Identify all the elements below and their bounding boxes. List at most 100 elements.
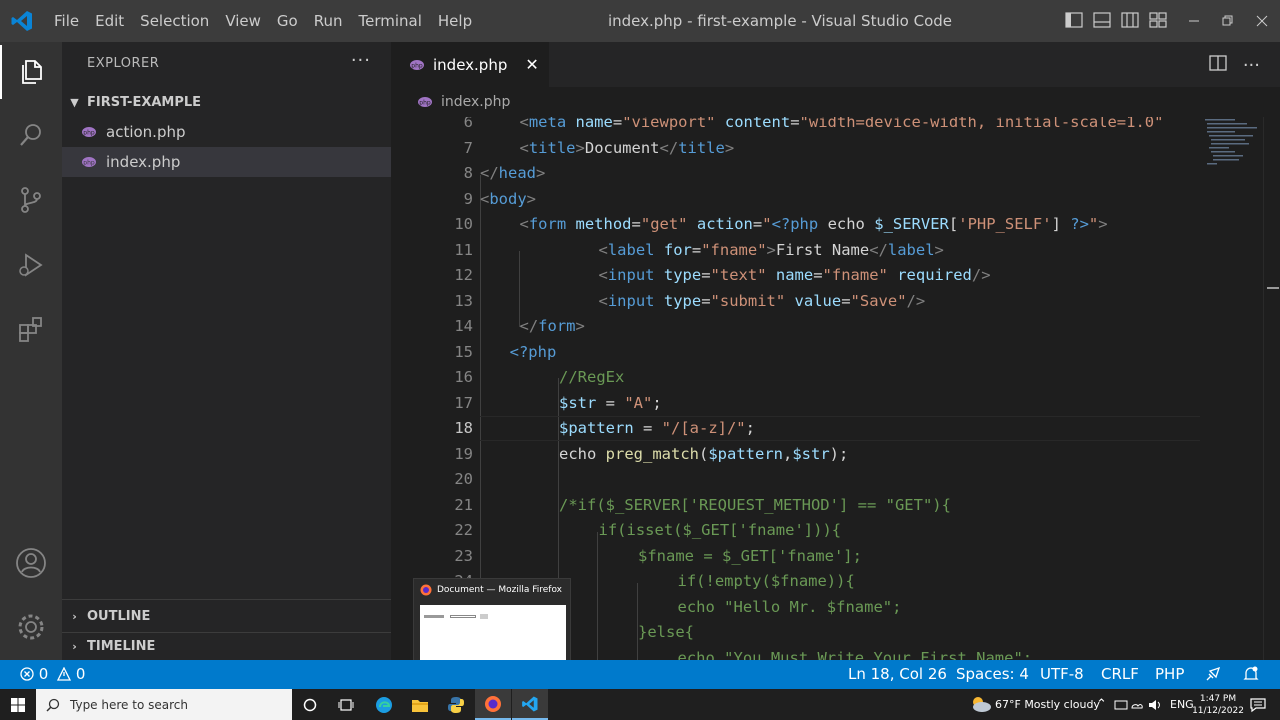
file-item-index[interactable]: php index.php: [62, 147, 391, 177]
code-token: >: [724, 138, 735, 157]
code-line[interactable]: 11 <label for="fname">First Name</label>: [391, 238, 1201, 263]
accounts-icon[interactable]: [0, 536, 62, 590]
run-and-debug-icon[interactable]: [0, 238, 62, 292]
close-window-button[interactable]: [1245, 0, 1279, 42]
svg-text:php: php: [83, 129, 95, 136]
windows-start-icon[interactable]: [0, 689, 36, 720]
explorer-more-actions-icon[interactable]: ···: [351, 50, 371, 71]
code-text: <form method="get" action="<?php echo $_…: [520, 212, 1108, 237]
python-icon[interactable]: [438, 689, 474, 720]
code-line[interactable]: 10 <form method="get" action="<?php echo …: [391, 212, 1201, 237]
code-token: if(isset($_GET['fname'])){: [598, 521, 842, 539]
line-number: 13: [454, 291, 473, 310]
code-line[interactable]: 20: [391, 467, 1201, 492]
minimap[interactable]: [1201, 117, 1263, 660]
menu-view[interactable]: View: [225, 12, 261, 30]
code-line[interactable]: 7 <title>Document</title>: [391, 136, 1201, 161]
line-number: 11: [454, 240, 473, 259]
code-token: </: [519, 317, 539, 335]
file-item-action[interactable]: php action.php: [62, 117, 391, 147]
customize-layout-icon[interactable]: [1148, 10, 1168, 30]
close-icon[interactable]: ✕: [525, 55, 538, 74]
code-line[interactable]: 8 </head>: [391, 161, 1201, 186]
code-token: content: [724, 117, 791, 131]
code-line[interactable]: 13 <input type="submit" value="Save"/>: [391, 289, 1201, 314]
feedback-icon[interactable]: [1204, 660, 1222, 689]
taskbar-search-box[interactable]: Type here to search: [36, 689, 292, 720]
notifications-bell-icon[interactable]: [1243, 660, 1259, 689]
cursor-position[interactable]: Ln 18, Col 26: [848, 660, 947, 689]
code-line[interactable]: 15 <?php: [391, 340, 1201, 365]
toggle-primary-sidebar-icon[interactable]: [1064, 10, 1084, 30]
firefox-icon[interactable]: [475, 689, 511, 720]
menu-file[interactable]: File: [54, 12, 79, 30]
toggle-panel-icon[interactable]: [1092, 10, 1112, 30]
code-token: label: [607, 240, 655, 259]
language-mode[interactable]: PHP: [1155, 660, 1184, 689]
cortana-icon[interactable]: [292, 689, 328, 720]
code-line[interactable]: 12 <input type="text" name="fname" requir…: [391, 263, 1201, 288]
menu-terminal[interactable]: Terminal: [359, 12, 422, 30]
php-file-icon: php: [82, 157, 96, 167]
code-line[interactable]: 17 $str = "A";: [391, 391, 1201, 416]
code-token: <: [598, 291, 608, 310]
menu-go[interactable]: Go: [277, 12, 298, 30]
folder-name: FIRST-EXAMPLE: [87, 94, 202, 110]
menu-selection[interactable]: Selection: [140, 12, 209, 30]
task-view-icon[interactable]: [328, 689, 364, 720]
indentation-status[interactable]: Spaces: 4: [956, 660, 1029, 689]
code-text: <body>: [480, 187, 536, 212]
line-number: 21: [454, 495, 473, 514]
code-line[interactable]: 21 /*if($_SERVER['REQUEST_METHOD'] == "GE…: [391, 493, 1201, 518]
folder-header[interactable]: ▼ FIRST-EXAMPLE: [62, 88, 391, 116]
volume-icon[interactable]: [1148, 699, 1162, 711]
code-line[interactable]: 6 <meta name="viewport" content="width=de…: [391, 117, 1201, 135]
code-token: "Save": [850, 291, 907, 310]
code-token: />: [906, 291, 926, 310]
split-editor-icon[interactable]: [1209, 54, 1227, 76]
menu-edit[interactable]: Edit: [95, 12, 124, 30]
explorer-icon[interactable]: [0, 45, 62, 99]
menu-help[interactable]: Help: [438, 12, 472, 30]
code-line[interactable]: 9 <body>: [391, 187, 1201, 212]
more-actions-icon[interactable]: ···: [1243, 55, 1260, 76]
problems-indicator[interactable]: 0 0: [20, 660, 85, 689]
explorer-title: EXPLORER: [87, 56, 160, 71]
file-name: action.php: [106, 123, 186, 141]
code-line[interactable]: 18 $pattern = "/[a-z]/";: [391, 416, 1201, 441]
code-token: <: [480, 189, 490, 208]
onedrive-icon[interactable]: [1131, 699, 1143, 711]
outline-section-header[interactable]: › OUTLINE: [62, 602, 391, 630]
extensions-icon[interactable]: [0, 303, 62, 357]
input-language[interactable]: ENG: [1170, 689, 1194, 720]
timeline-section-header[interactable]: › TIMELINE: [62, 632, 391, 660]
restore-button[interactable]: [1211, 0, 1245, 42]
manage-gear-icon[interactable]: [0, 600, 62, 654]
eol-status[interactable]: CRLF: [1101, 660, 1139, 689]
code-line[interactable]: 23 $fname = $_GET['fname'];: [391, 544, 1201, 569]
tray-chevron-icon[interactable]: ⌃: [1096, 689, 1107, 720]
weather-text[interactable]: 67°F Mostly cloudy: [995, 689, 1100, 720]
file-explorer-icon[interactable]: [402, 689, 438, 720]
code-line[interactable]: 14 </form>: [391, 314, 1201, 339]
clock[interactable]: 1:47 PM 11/12/2022: [1192, 689, 1244, 720]
edge-icon[interactable]: [366, 689, 402, 720]
search-icon[interactable]: [0, 108, 62, 162]
breadcrumb-file[interactable]: index.php: [441, 94, 510, 110]
vscode-taskbar-icon[interactable]: [512, 689, 548, 720]
code-token: First Name: [775, 240, 870, 259]
line-number: 15: [454, 342, 473, 361]
code-line[interactable]: 22 if(isset($_GET['fname'])){: [391, 518, 1201, 543]
toggle-secondary-sidebar-icon[interactable]: [1120, 10, 1140, 30]
minimize-button[interactable]: [1177, 0, 1211, 42]
source-control-icon[interactable]: [0, 173, 62, 227]
code-line[interactable]: 19 echo preg_match($pattern,$str);: [391, 442, 1201, 467]
code-token: name: [575, 117, 613, 131]
notification-center-icon[interactable]: [1250, 697, 1266, 713]
encoding-status[interactable]: UTF-8: [1040, 660, 1084, 689]
network-icon[interactable]: [1114, 699, 1128, 711]
tab-index-php[interactable]: php index.php ✕: [391, 42, 549, 87]
menu-run[interactable]: Run: [314, 12, 343, 30]
editor-scrollbar[interactable]: [1263, 117, 1280, 660]
code-line[interactable]: 16 //RegEx: [391, 365, 1201, 390]
